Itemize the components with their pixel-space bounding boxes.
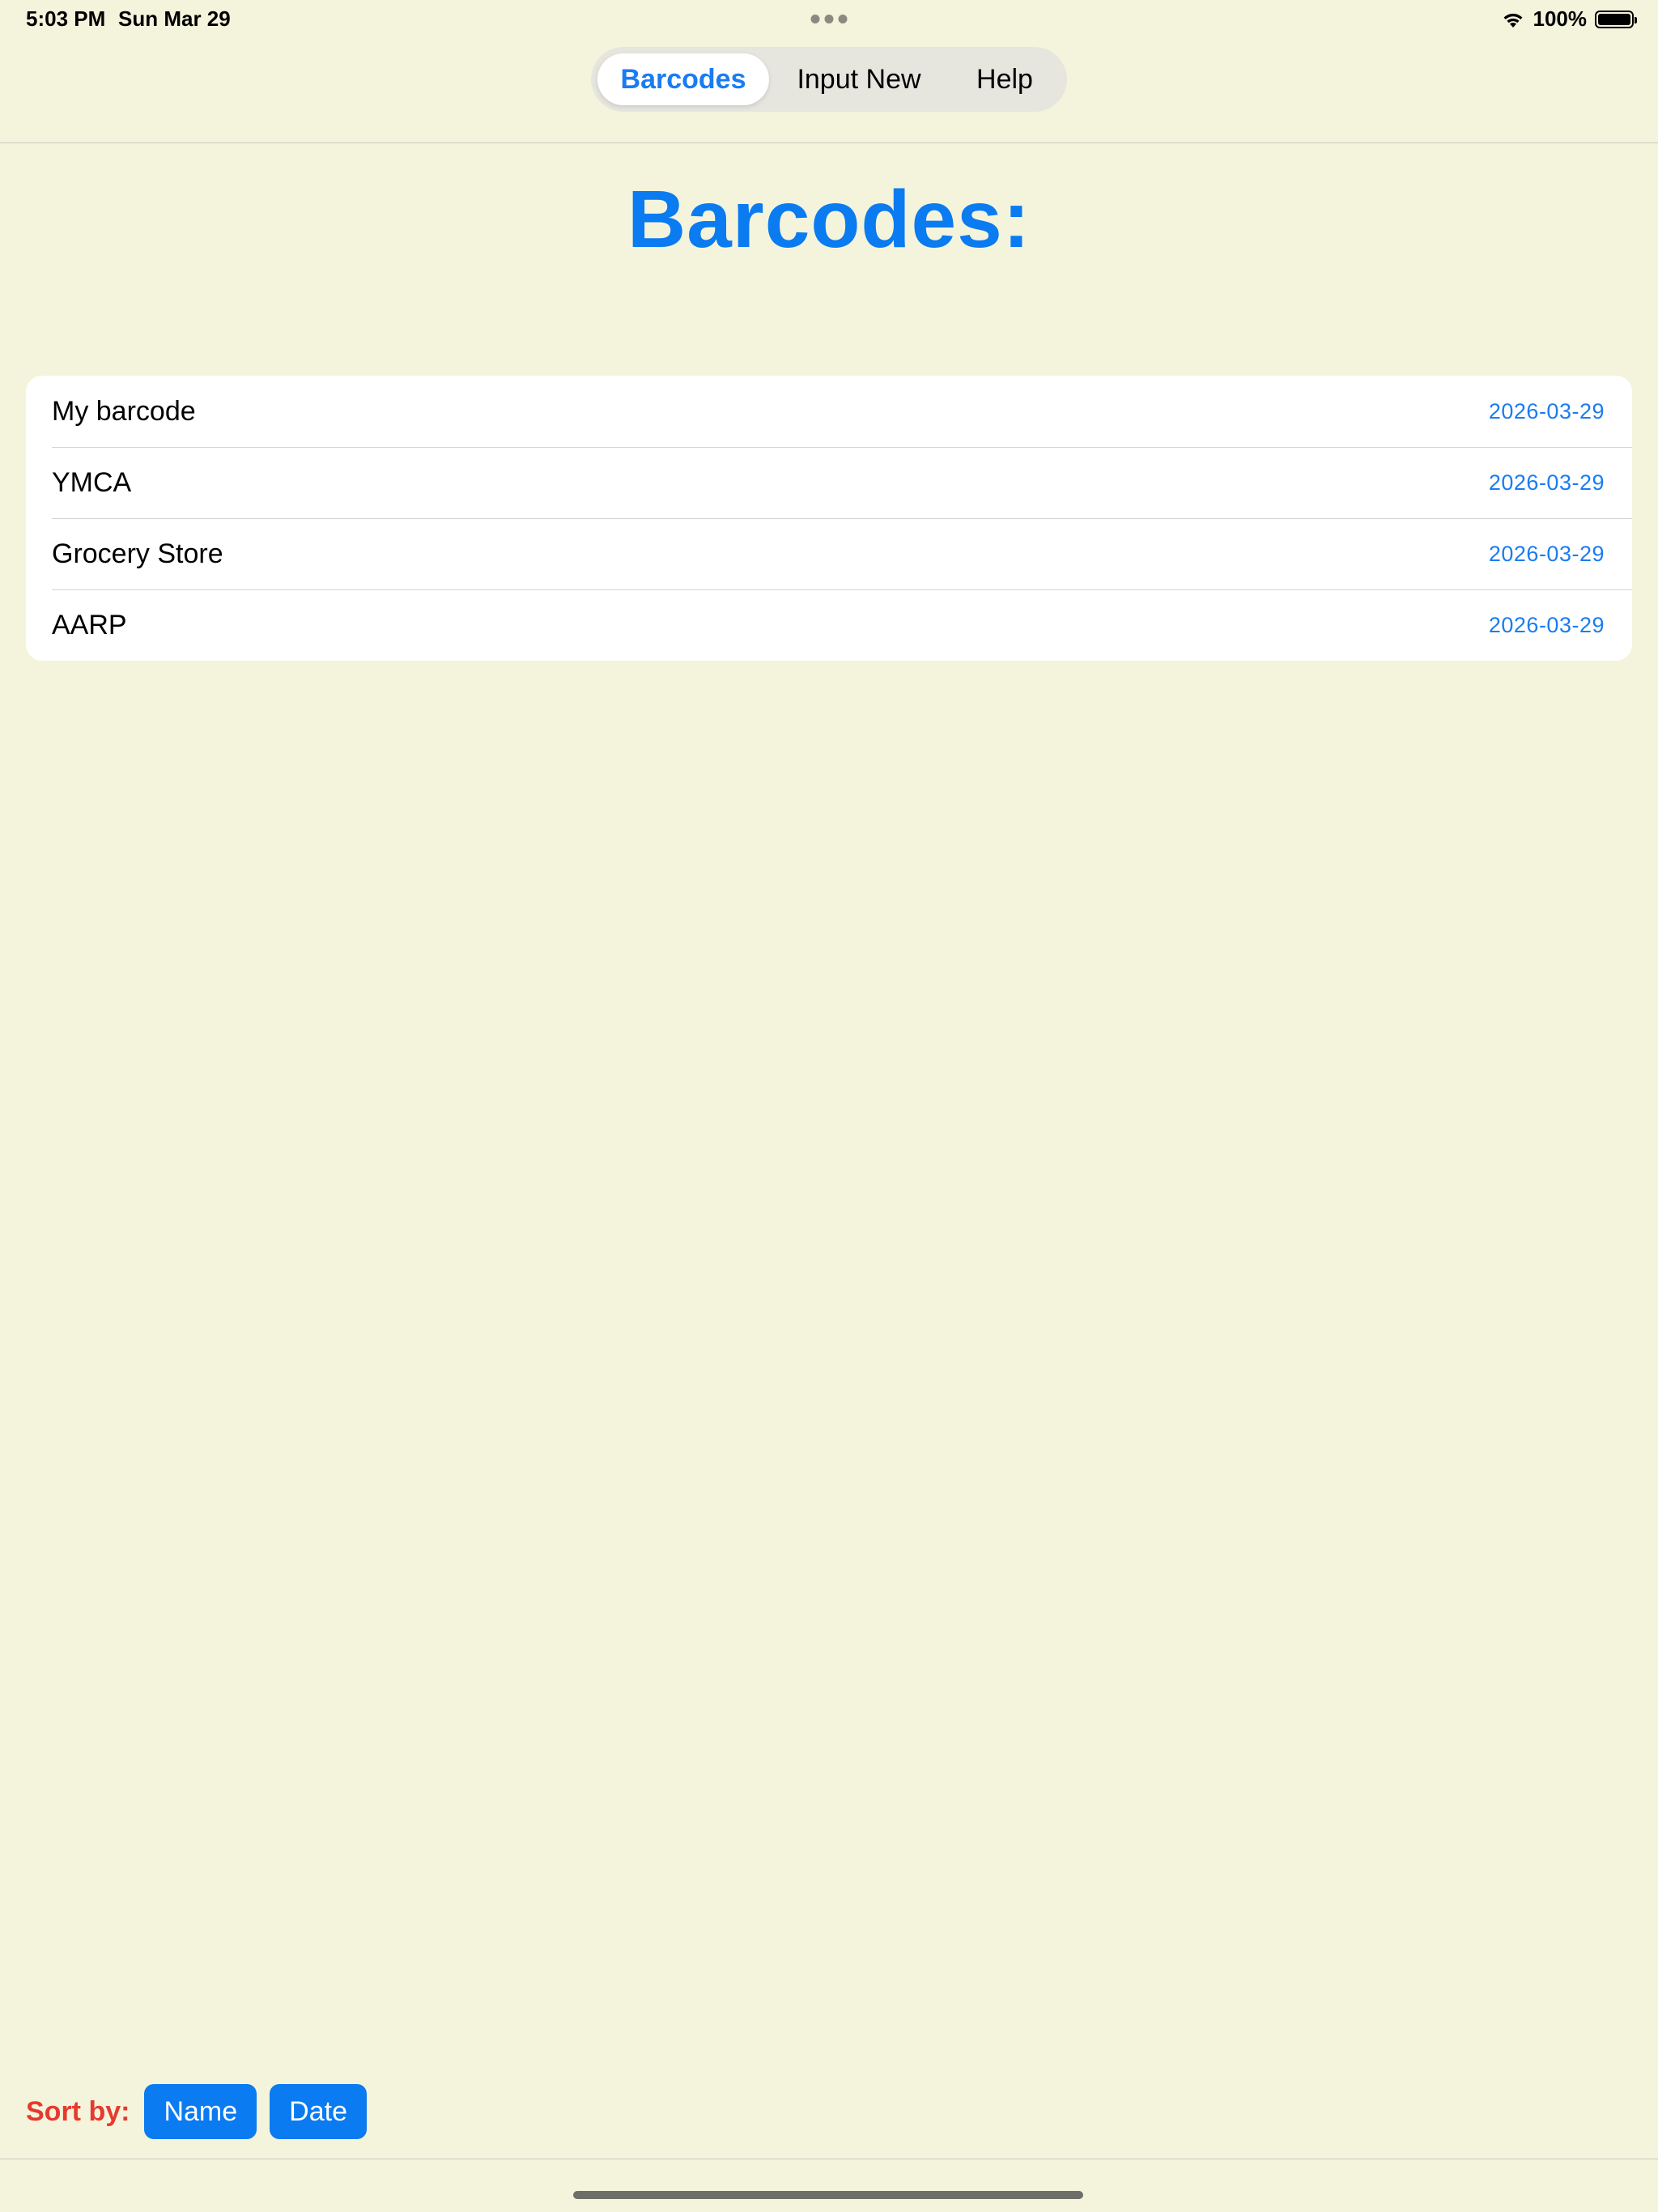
sort-label: Sort by: xyxy=(26,2095,130,2127)
item-name: Grocery Store xyxy=(52,538,223,569)
wifi-icon xyxy=(1501,11,1525,28)
list-item[interactable]: YMCA 2026-03-29 xyxy=(26,447,1632,518)
battery-percent: 100% xyxy=(1533,6,1588,31)
tab-help[interactable]: Help xyxy=(949,53,1061,105)
item-date: 2026-03-29 xyxy=(1488,541,1605,566)
item-name: My barcode xyxy=(52,395,196,427)
sort-bar: Sort by: Name Date xyxy=(26,2084,367,2139)
multitask-dots-icon[interactable] xyxy=(810,15,848,23)
sort-by-date-button[interactable]: Date xyxy=(270,2084,367,2139)
barcode-list: My barcode 2026-03-29 YMCA 2026-03-29 Gr… xyxy=(26,376,1632,661)
item-date: 2026-03-29 xyxy=(1488,470,1605,495)
item-date: 2026-03-29 xyxy=(1488,612,1605,637)
tab-barcodes[interactable]: Barcodes xyxy=(597,53,769,105)
battery-fill xyxy=(1598,13,1630,25)
list-item[interactable]: My barcode 2026-03-29 xyxy=(26,376,1632,447)
status-date: Sun Mar 29 xyxy=(118,6,231,31)
item-date: 2026-03-29 xyxy=(1488,398,1605,423)
battery-icon xyxy=(1595,10,1637,28)
tab-input-new[interactable]: Input New xyxy=(769,53,949,105)
tab-bar: Barcodes Input New Help xyxy=(591,47,1067,112)
item-name: YMCA xyxy=(52,466,132,498)
page-title: Barcodes: xyxy=(627,174,1031,265)
status-indicators: 100% xyxy=(1501,6,1637,32)
item-name: AARP xyxy=(52,609,127,640)
home-indicator[interactable] xyxy=(573,2191,1083,2199)
status-bar: 5:03 PM Sun Mar 29 100% xyxy=(0,0,1658,39)
list-item[interactable]: Grocery Store 2026-03-29 xyxy=(26,518,1632,589)
list-item[interactable]: AARP 2026-03-29 xyxy=(26,589,1632,661)
status-time: 5:03 PM xyxy=(26,6,106,31)
sort-by-name-button[interactable]: Name xyxy=(144,2084,257,2139)
